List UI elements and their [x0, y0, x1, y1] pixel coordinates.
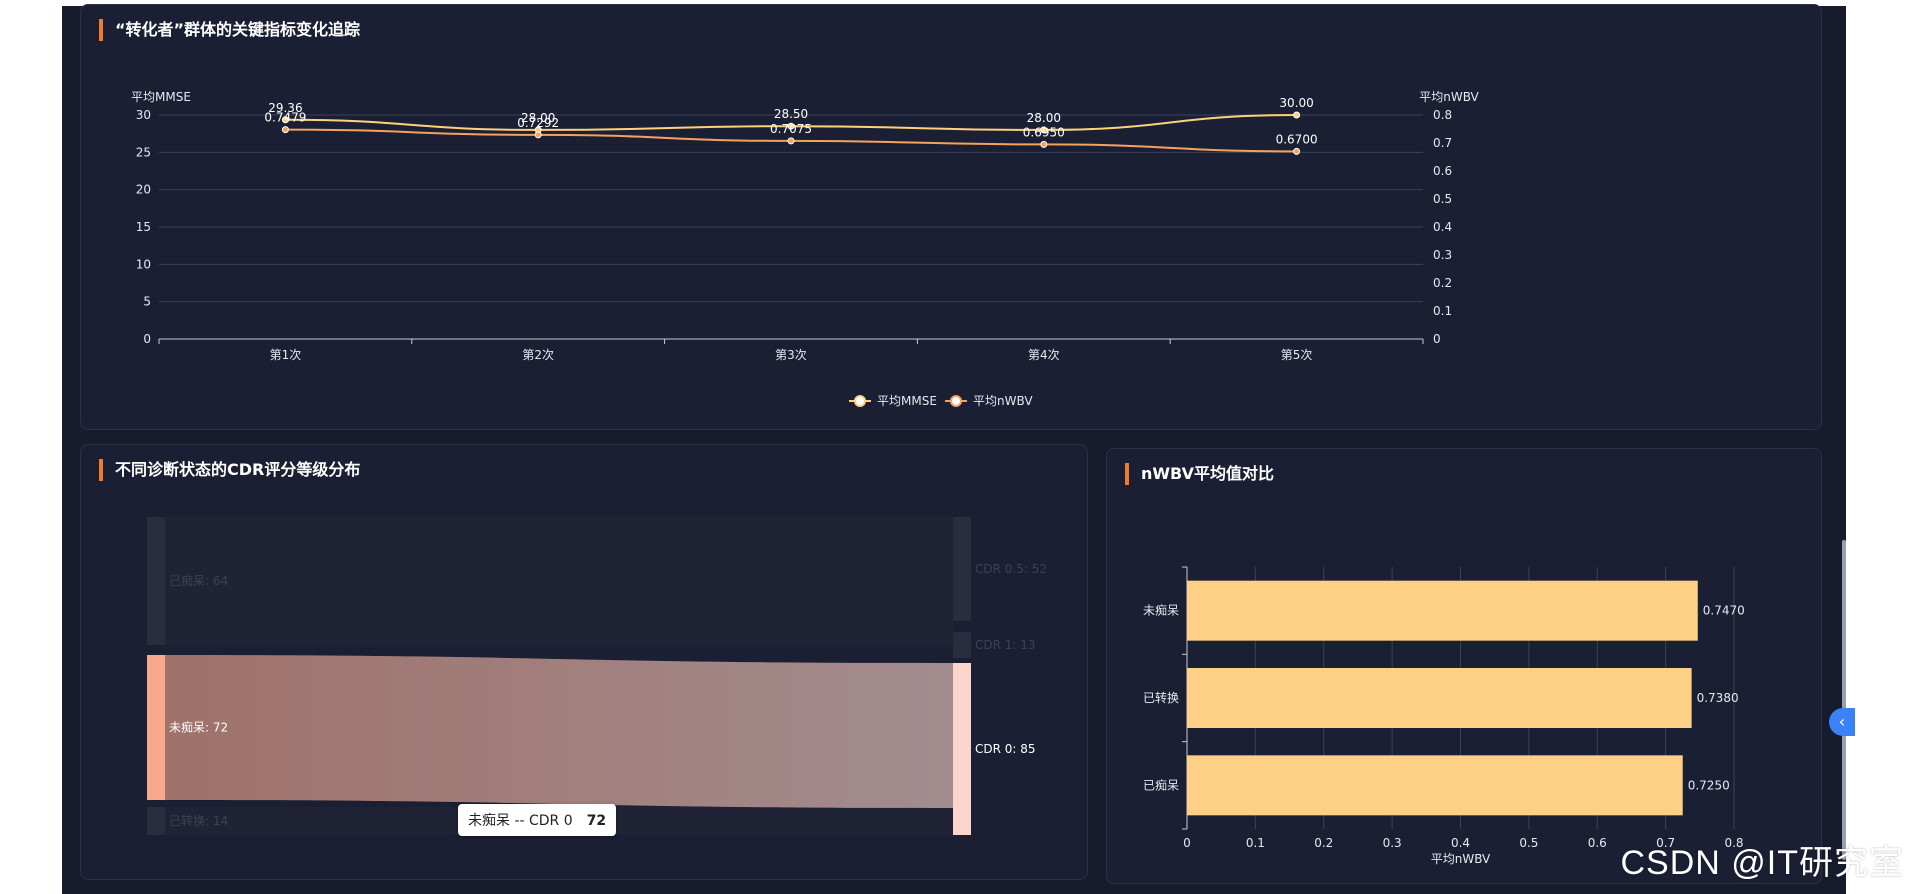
legend-marker: [854, 395, 866, 407]
y-left-tick-label: 0: [143, 332, 151, 346]
bar: [1187, 668, 1692, 728]
sankey-target-node: [953, 632, 971, 658]
y-left-tick-label: 15: [136, 220, 151, 234]
y-right-tick-label: 0: [1433, 332, 1441, 346]
series-point: [534, 131, 542, 139]
y-right-tick-label: 0.3: [1433, 248, 1452, 262]
y-left-tick-label: 10: [136, 257, 151, 271]
data-label: 0.6950: [1023, 125, 1065, 139]
y-left-tick-label: 25: [136, 145, 151, 159]
collapse-panel-button[interactable]: ‹: [1829, 708, 1855, 736]
sankey-target-label: CDR 0.5: 52: [975, 562, 1047, 576]
series-point: [787, 137, 795, 145]
y-right-tick-label: 0.6: [1433, 164, 1452, 178]
sankey-source-node: [147, 517, 165, 645]
x-tick-label: 0.1: [1246, 836, 1265, 850]
series-point: [281, 126, 289, 134]
x-tick-label: 0.4: [1451, 836, 1470, 850]
y-category-label: 未痴呆: [1143, 603, 1179, 618]
y-category-label: 已痴呆: [1143, 777, 1179, 792]
sankey-source-node: [147, 807, 165, 835]
sankey-source-label: 未痴呆: 72: [169, 720, 228, 735]
series-point: [1293, 147, 1301, 155]
x-tick-label: 0: [1183, 836, 1191, 850]
x-tick-label: 0.5: [1519, 836, 1538, 850]
dashboard-screen: “转化者”群体的关键指标变化追踪 0 5 10 15 20 25 30 0 0.1 0.2 0.3 0…: [62, 4, 1846, 894]
trend-panel: “转化者”群体的关键指标变化追踪 0 5 10 15 20 25 30 0 0.1 0.2 0.3 0…: [80, 4, 1822, 430]
sankey-tooltip: 未痴呆 -- CDR 0 72: [458, 804, 617, 836]
y-left-tick-label: 30: [136, 108, 151, 122]
x-tick-label: 0.2: [1314, 836, 1333, 850]
sankey-target-label: CDR 1: 13: [975, 638, 1036, 652]
y-right-axis-title: 平均nWBV: [1419, 90, 1479, 104]
data-label: 30.00: [1279, 96, 1313, 110]
sankey-tooltip-label: 未痴呆 -- CDR 0: [468, 813, 573, 829]
bar-value-label: 0.7470: [1703, 604, 1745, 618]
y-right-tick-label: 0.7: [1433, 136, 1452, 150]
sankey-target-node: [953, 663, 971, 835]
csdn-watermark: CSDN @IT研究室: [1620, 844, 1904, 882]
data-label: 0.6700: [1276, 132, 1318, 146]
nwbv-bar-chart: 0 0.1 0.2 0.3 0.4 0.5 0.6 0.7 0.8未痴呆 0.7470已转换 0.7…: [1143, 566, 1745, 866]
sankey-source-label: 已痴呆: 64: [169, 573, 228, 588]
sankey-link-faded: [165, 517, 953, 645]
y-right-tick-label: 0.1: [1433, 304, 1452, 318]
data-label: 0.7479: [264, 111, 306, 125]
y-right-tick-label: 0.2: [1433, 276, 1452, 290]
legend-label: 平均nWBV: [973, 394, 1033, 408]
x-tick-label: 第5次: [1281, 348, 1313, 362]
y-right-tick-label: 0.4: [1433, 220, 1452, 234]
x-axis-title: 平均nWBV: [1431, 852, 1491, 866]
y-category-label: 已转换: [1143, 690, 1179, 705]
y-left-tick-label: 5: [143, 295, 151, 309]
data-label: 0.7075: [770, 122, 812, 136]
page-scrollbar[interactable]: [1842, 540, 1846, 860]
left-margin: [0, 0, 62, 894]
x-tick-label: 第1次: [270, 348, 302, 362]
right-margin: [1846, 0, 1910, 894]
y-right-tick-label: 0.8: [1433, 108, 1452, 122]
x-tick-label: 0.6: [1588, 836, 1607, 850]
x-tick-label: 第2次: [522, 348, 554, 362]
data-label: 28.00: [1027, 111, 1061, 125]
y-left-tick-label: 20: [136, 183, 151, 197]
nwbv-bar-panel: nWBV平均值对比 0 0.1 0.2 0.3 0.4 0.5 0.6 0.7 0.8 未痴呆 0.…: [1106, 448, 1822, 884]
sankey-source-label: 已转换: 14: [169, 813, 228, 828]
trend-line-chart: 0 5 10 15 20 25 30 0 0.1 0.2 0.3 0.4 0.5 0.6 0.7 0.8 第1次…: [131, 90, 1480, 408]
x-tick-label: 第4次: [1028, 348, 1060, 362]
sankey-target-label: CDR 0: 85: [975, 742, 1036, 756]
sankey-tooltip-value: 72: [586, 813, 607, 829]
sankey-target-node: [953, 517, 971, 621]
data-label: 0.7292: [517, 116, 559, 130]
y-right-tick-label: 0.5: [1433, 192, 1452, 206]
sankey-link-highlighted: [165, 655, 953, 808]
bar-value-label: 0.7250: [1688, 778, 1730, 792]
sankey-source-node: [147, 655, 165, 800]
y-left-axis-title: 平均MMSE: [131, 90, 191, 104]
x-tick-label: 0.3: [1383, 836, 1402, 850]
legend-marker: [950, 395, 962, 407]
x-tick-label: 第3次: [775, 348, 807, 362]
legend-label: 平均MMSE: [877, 394, 937, 408]
bar: [1187, 755, 1683, 816]
bar: [1187, 580, 1698, 641]
bar-value-label: 0.7380: [1697, 691, 1739, 705]
data-label: 28.50: [774, 107, 808, 121]
series-point: [1293, 111, 1301, 119]
series-point: [1040, 140, 1048, 148]
